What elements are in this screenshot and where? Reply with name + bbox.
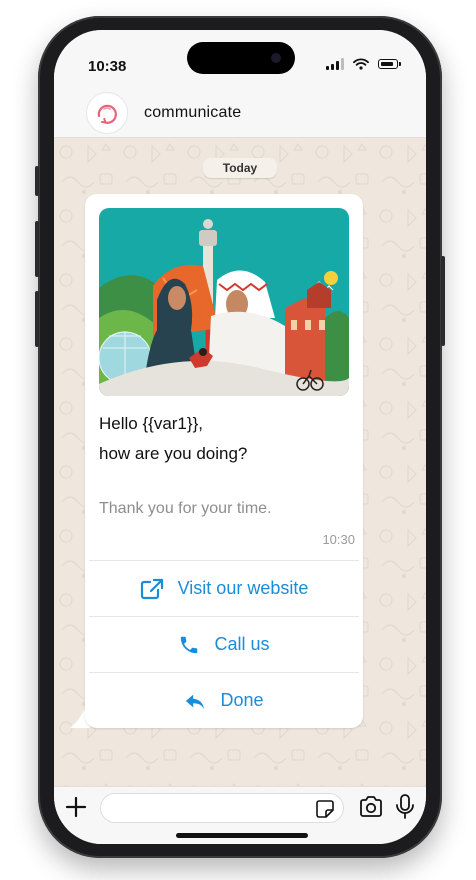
phone-screen: 10:38 communicate Today Hello {{var1}}, … xyxy=(54,30,426,844)
phone-icon xyxy=(178,634,200,656)
done-label: Done xyxy=(220,690,264,710)
communicate-logo-icon xyxy=(97,104,117,124)
power-button xyxy=(441,256,445,346)
contact-avatar[interactable] xyxy=(86,92,128,134)
sticker-icon[interactable] xyxy=(315,799,335,824)
wifi-icon xyxy=(353,58,369,70)
message-footer: Thank you for your time. xyxy=(99,500,272,517)
contact-name[interactable]: communicate xyxy=(144,104,241,122)
template-message-bubble: Hello {{var1}}, how are you doing? Thank… xyxy=(85,194,363,728)
signal-icon xyxy=(326,58,344,70)
dynamic-island xyxy=(187,42,295,74)
done-button[interactable]: Done xyxy=(89,672,359,728)
mic-icon[interactable] xyxy=(394,793,416,826)
mute-switch xyxy=(35,166,39,196)
status-time: 10:38 xyxy=(88,58,127,75)
saudi-illustration-image xyxy=(99,208,349,396)
message-composer xyxy=(54,786,426,844)
battery-icon xyxy=(378,59,401,69)
external-link-icon xyxy=(140,578,164,600)
message-input[interactable] xyxy=(100,793,344,823)
message-greeting: Hello {{var1}}, xyxy=(99,414,203,433)
visit-website-button[interactable]: Visit our website xyxy=(89,560,359,616)
message-timestamp: 10:30 xyxy=(322,532,355,547)
message-body: how are you doing? xyxy=(99,444,248,463)
volume-down-button xyxy=(35,291,39,347)
phone-frame: 10:38 communicate Today Hello {{var1}}, … xyxy=(35,16,445,858)
message-image[interactable] xyxy=(99,208,349,396)
reply-icon xyxy=(184,691,206,711)
call-us-button[interactable]: Call us xyxy=(89,616,359,672)
volume-up-button xyxy=(35,221,39,277)
status-icons xyxy=(326,58,401,70)
home-indicator xyxy=(176,833,308,838)
visit-website-label: Visit our website xyxy=(177,578,309,598)
camera-icon[interactable] xyxy=(358,795,384,824)
plus-icon[interactable] xyxy=(64,795,88,824)
call-us-label: Call us xyxy=(214,634,270,654)
date-separator: Today xyxy=(203,158,277,178)
